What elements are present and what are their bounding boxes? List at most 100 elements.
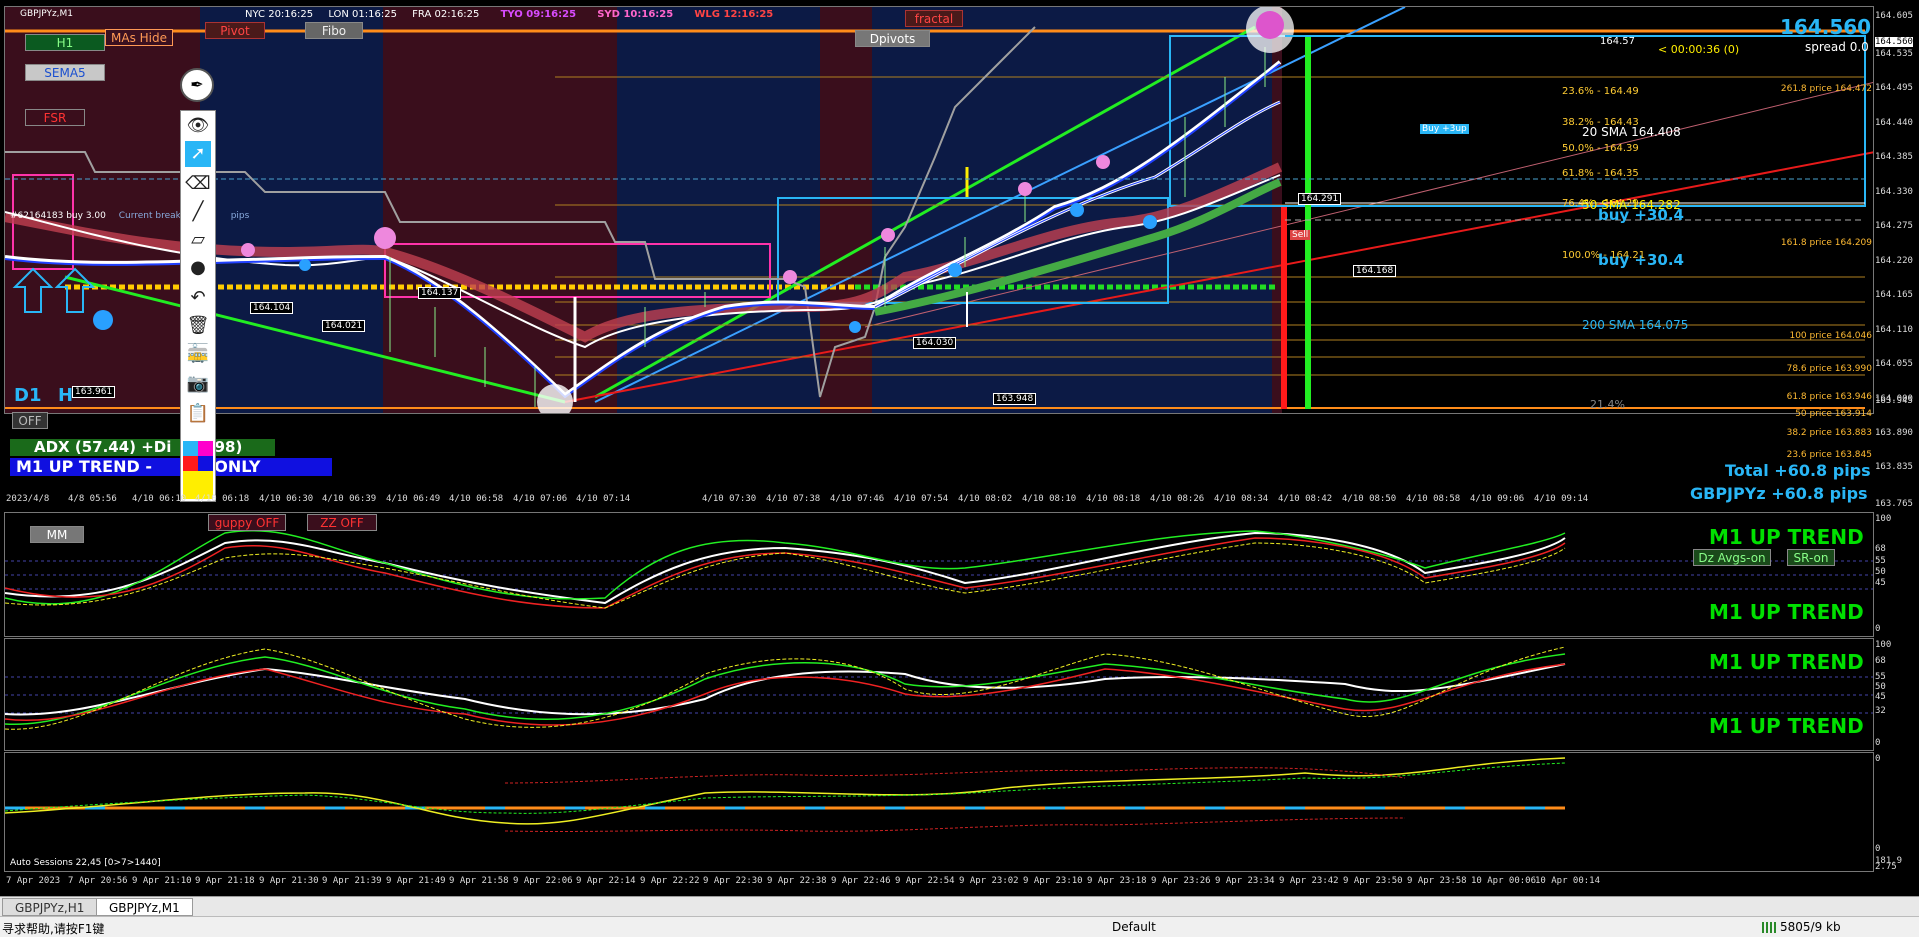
undo-tool[interactable]: ↶ xyxy=(185,285,211,311)
time-tick: 9 Apr 22:46 xyxy=(831,876,891,886)
color-swatch-magenta[interactable] xyxy=(198,441,213,456)
time-tick: 9 Apr 23:50 xyxy=(1343,876,1403,886)
time-tick: 4/10 08:58 xyxy=(1406,494,1461,504)
fractal-button[interactable]: fractal xyxy=(905,10,963,27)
color-swatch-cyan[interactable] xyxy=(183,441,198,456)
time-tick: 10 Apr 00:06 xyxy=(1471,876,1537,886)
price-tag: 164.104 xyxy=(250,302,294,314)
indicator-panel-3[interactable] xyxy=(4,752,1874,872)
time-tick: 4/10 08:18 xyxy=(1086,494,1141,504)
time-tick: 9 Apr 23:34 xyxy=(1215,876,1275,886)
color-swatch-red[interactable] xyxy=(183,456,198,471)
clipboard-tool[interactable]: 📋 xyxy=(185,401,211,427)
main-time-axis: 2023/4/8 4/8 05:56 4/10 06:10 4/10 06:18… xyxy=(4,494,1588,508)
fibo-button[interactable]: Fibo xyxy=(305,22,363,39)
dpivots-button[interactable]: Dpivots xyxy=(855,30,930,47)
price-tag: 164.168 xyxy=(1353,265,1397,277)
axis-tick: 2.75 xyxy=(1875,862,1897,872)
right-fib-label: 78.6 price 163.990 xyxy=(1786,364,1872,374)
axis-tick: 164.055 xyxy=(1875,359,1913,369)
sema5-button[interactable]: SEMA5 xyxy=(25,64,105,81)
axis-tick: 164.535 xyxy=(1875,49,1913,59)
time-tick: 9 Apr 23:58 xyxy=(1407,876,1467,886)
pivot-button[interactable]: Pivot xyxy=(205,22,265,39)
axis-tick: 0 xyxy=(1875,624,1881,634)
eraser-tool[interactable]: ⌫ xyxy=(185,171,211,197)
bar-countdown: < 00:00:36 (0) xyxy=(1658,43,1740,56)
zz-off-button[interactable]: ZZ OFF xyxy=(307,514,377,531)
buy-pips-1: buy +30.4 xyxy=(1598,206,1684,224)
adx-banner: ADX (57.44) +Di 98) xyxy=(10,439,275,456)
time-tick: 4/8 05:56 xyxy=(68,494,117,504)
sr-on-button[interactable]: SR-on xyxy=(1787,549,1835,566)
sessions-footer: Auto Sessions 22,45 [0>7>1440] xyxy=(10,858,161,868)
trend-label-1b: M1 UP TREND xyxy=(1709,600,1864,624)
time-tick: 9 Apr 22:06 xyxy=(513,876,573,886)
pointer-tool[interactable]: ➚ xyxy=(185,141,211,167)
dz-avgs-on-button[interactable]: Dz Avgs-on xyxy=(1693,549,1771,566)
time-tick: 9 Apr 21:58 xyxy=(449,876,509,886)
right-fib-label: 261.8 price 164.472 xyxy=(1780,84,1872,94)
fsr-button[interactable]: FSR xyxy=(25,109,85,126)
guppy-off-button[interactable]: guppy OFF xyxy=(208,514,286,531)
time-tick: 7 Apr 2023 xyxy=(6,876,61,886)
symbol-pips: GBPJPYz +60.8 pips xyxy=(1690,484,1868,503)
sma20-label: 20 SMA 164.408 xyxy=(1582,125,1681,139)
axis-tick: 164.330 xyxy=(1875,187,1913,197)
buy-pips-2: buy +30.4 xyxy=(1598,251,1684,269)
trash-icon: 🗑 xyxy=(186,315,210,336)
time-tick: 9 Apr 23:26 xyxy=(1151,876,1211,886)
right-fib-label: 61.8 price 163.946 xyxy=(1786,392,1872,402)
tab-gbpjpyz-m1[interactable]: GBPJPYz,M1 xyxy=(96,898,193,916)
h1-button[interactable]: H1 xyxy=(25,34,105,51)
pen-tool-button[interactable]: ✒ xyxy=(180,68,214,102)
off-button[interactable]: OFF xyxy=(12,412,48,429)
right-fib-label: 50 price 163.914 xyxy=(1795,409,1872,419)
fib-level: 23.6% - 164.49 xyxy=(1562,86,1639,97)
time-tick: 9 Apr 22:30 xyxy=(703,876,763,886)
right-fib-label: 23.6 price 163.845 xyxy=(1786,450,1872,460)
session-nyc: NYC 20:16:25 xyxy=(245,9,314,20)
right-fib-label: 161.8 price 164.209 xyxy=(1780,238,1872,248)
axis-tick: 164.605 xyxy=(1875,11,1913,21)
tab-gbpjpyz-h1[interactable]: GBPJPYz,H1 xyxy=(2,898,98,916)
mm-button[interactable]: MM xyxy=(30,526,84,543)
indicator-panel-2[interactable] xyxy=(4,638,1874,751)
axis-tick: 45 xyxy=(1875,692,1886,702)
time-tick: 4/10 08:10 xyxy=(1022,494,1077,504)
axis-tick: 164.110 xyxy=(1875,325,1913,335)
circle-tool[interactable]: ● xyxy=(185,255,211,281)
axis-tick: 0 xyxy=(1875,738,1881,748)
time-tick: 4/10 09:06 xyxy=(1470,494,1525,504)
time-tick: 9 Apr 23:18 xyxy=(1087,876,1147,886)
camera-tool[interactable]: 📷 xyxy=(185,371,211,397)
time-tick: 4/10 08:50 xyxy=(1342,494,1397,504)
trash-tool[interactable]: 🗑 xyxy=(185,313,211,339)
eraser2-tool[interactable]: ▱ xyxy=(185,227,211,253)
axis-tick: 50 xyxy=(1875,567,1886,577)
eye-tool[interactable]: 👁 xyxy=(185,113,211,139)
train-tool[interactable]: 🚋 xyxy=(185,341,211,367)
profile-name: Default xyxy=(1112,920,1156,934)
percent-label: 21.4% xyxy=(1590,398,1625,411)
line-tool[interactable]: ╱ xyxy=(185,199,211,225)
pen-icon: ✒ xyxy=(190,75,204,94)
color-swatch-blue[interactable] xyxy=(198,456,213,471)
clipboard-icon: 📋 xyxy=(186,403,210,424)
time-tick: 4/10 06:30 xyxy=(259,494,314,504)
axis-tick: 0 xyxy=(1875,844,1881,854)
time-tick: 9 Apr 22:14 xyxy=(576,876,636,886)
time-tick: 4/10 07:30 xyxy=(702,494,757,504)
time-tick: 10 Apr 00:14 xyxy=(1535,876,1601,886)
mas-hide-button[interactable]: MAs Hide xyxy=(105,29,173,46)
right-fib-label: 100 price 164.046 xyxy=(1789,331,1872,341)
trend-label-2b: M1 UP TREND xyxy=(1709,714,1864,738)
time-tick: 4/10 09:14 xyxy=(1534,494,1589,504)
axis-tick: 32 xyxy=(1875,706,1886,716)
price-tag: 164.137 xyxy=(418,287,462,299)
panel2-axis: 100 68 55 50 45 32 0 xyxy=(1875,638,1919,751)
axis-tick: 100 xyxy=(1875,514,1892,524)
time-tick: 9 Apr 23:10 xyxy=(1023,876,1083,886)
time-tick: 9 Apr 23:02 xyxy=(959,876,1019,886)
camera-icon: 📷 xyxy=(186,373,210,394)
